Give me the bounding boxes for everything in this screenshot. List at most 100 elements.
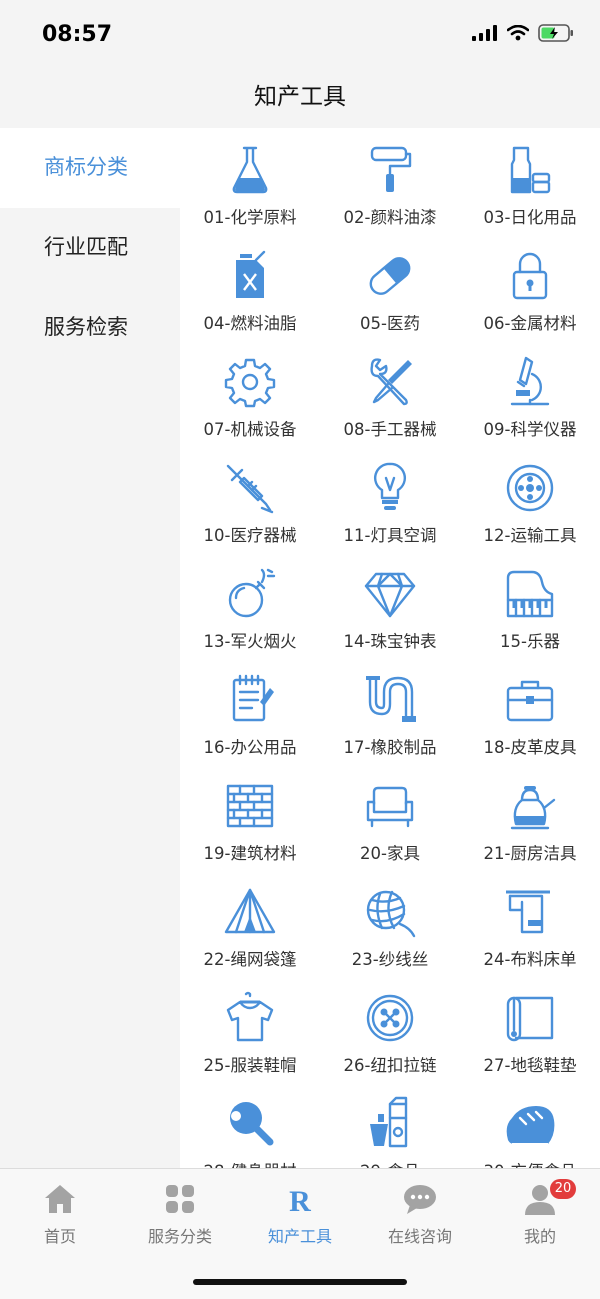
category-label: 30-方便食品 (484, 1158, 577, 1168)
category-label: 26-纽扣拉链 (343, 1056, 437, 1075)
category-item[interactable]: 16-办公用品 (180, 672, 320, 778)
category-label: 28-健身器材 (204, 1158, 297, 1168)
tab-ip-tools[interactable]: R 知产工具 (240, 1177, 360, 1247)
tab-label: 在线咨询 (387, 1227, 452, 1246)
category-item[interactable]: 12-运输工具 (460, 460, 600, 566)
tab-home[interactable]: 首页 (0, 1177, 120, 1247)
flask-icon (222, 142, 278, 198)
tab-label: 服务分类 (147, 1227, 212, 1246)
category-item[interactable]: 07-机械设备 (180, 354, 320, 460)
category-label: 05-医药 (360, 314, 420, 333)
towel-rack-icon (502, 884, 558, 940)
ping-pong-icon (222, 1096, 278, 1152)
r-logo-icon: R (289, 1185, 311, 1216)
brick-wall-icon (222, 778, 278, 834)
microscope-icon (502, 354, 558, 410)
category-item[interactable]: 13-军火烟火 (180, 566, 320, 672)
category-item[interactable]: 09-科学仪器 (460, 354, 600, 460)
category-item[interactable]: 27-地毯鞋垫 (460, 990, 600, 1096)
category-item[interactable]: 17-橡胶制品 (320, 672, 460, 778)
category-label: 29-食品 (360, 1158, 420, 1168)
sidebar-item-label: 行业匹配 (44, 235, 128, 259)
tent-icon (222, 884, 278, 940)
category-label: 23-纱线丝 (351, 950, 429, 969)
category-item[interactable]: 28-健身器材 (180, 1096, 320, 1168)
category-item[interactable]: 21-厨房洁具 (460, 778, 600, 884)
home-indicator (193, 1279, 407, 1285)
bomb-icon (222, 566, 278, 622)
status-icons (472, 24, 574, 42)
shirt-icon (222, 990, 278, 1046)
bread-icon (502, 1096, 558, 1152)
gear-icon (222, 354, 278, 410)
category-item[interactable]: 06-金属材料 (460, 248, 600, 354)
category-label: 01-化学原料 (203, 208, 297, 227)
category-item[interactable]: 05-医药 (320, 248, 460, 354)
battery-icon (538, 24, 573, 42)
category-item[interactable]: 18-皮革皮具 (460, 672, 600, 778)
tab-mine[interactable]: 20 我的 (480, 1177, 600, 1247)
grid-icon (166, 1185, 194, 1213)
category-item[interactable]: 15-乐器 (460, 566, 600, 672)
svg-text:R: R (289, 1185, 311, 1216)
category-label: 20-家具 (360, 844, 420, 863)
button-icon (362, 990, 418, 1046)
kettle-icon (502, 778, 558, 834)
category-item[interactable]: 19-建筑材料 (180, 778, 320, 884)
sofa-icon (362, 778, 418, 834)
category-item[interactable]: 23-纱线丝 (320, 884, 460, 990)
wifi-icon (507, 25, 529, 41)
sidebar-item-trademark-class[interactable]: 商标分类 (0, 128, 180, 208)
category-item[interactable]: 01-化学原料 (180, 142, 320, 248)
page-title: 知产工具 (254, 84, 346, 110)
wheel-icon (502, 460, 558, 516)
sidebar-item-label: 服务检索 (44, 315, 128, 339)
category-item[interactable]: 29-食品 (320, 1096, 460, 1168)
category-item[interactable]: 04-燃料油脂 (180, 248, 320, 354)
category-item[interactable]: 26-纽扣拉链 (320, 990, 460, 1096)
lightbulb-icon (362, 460, 418, 516)
category-label: 06-金属材料 (483, 314, 577, 333)
category-label: 09-科学仪器 (483, 420, 577, 439)
category-item[interactable]: 08-手工器械 (320, 354, 460, 460)
category-item[interactable]: 02-颜料油漆 (320, 142, 460, 248)
tab-online-consult[interactable]: 在线咨询 (360, 1177, 480, 1247)
category-label: 02-颜料油漆 (343, 208, 437, 227)
home-icon (45, 1185, 75, 1213)
category-label: 11-灯具空调 (343, 526, 437, 545)
chat-bubble-icon (404, 1185, 436, 1214)
category-item[interactable]: 03-日化用品 (460, 142, 600, 248)
category-item[interactable]: 22-绳网袋篷 (180, 884, 320, 990)
tab-label: 首页 (43, 1227, 76, 1246)
pipe-icon (362, 672, 418, 728)
category-label: 22-绳网袋篷 (203, 950, 297, 969)
yarn-ball-icon (362, 884, 418, 940)
sidebar-item-service-search[interactable]: 服务检索 (0, 288, 180, 368)
category-item[interactable]: 24-布料床单 (460, 884, 600, 990)
milk-carton-icon (362, 1096, 418, 1152)
category-label: 14-珠宝钟表 (343, 632, 437, 651)
cosmetics-icon (502, 142, 558, 198)
category-label: 12-运输工具 (483, 526, 577, 545)
sidebar-item-industry-match[interactable]: 行业匹配 (0, 208, 180, 288)
tab-service-categories[interactable]: 服务分类 (120, 1177, 240, 1247)
category-item[interactable]: 20-家具 (320, 778, 460, 884)
category-item[interactable]: 10-医疗器械 (180, 460, 320, 566)
pill-icon (362, 248, 418, 304)
padlock-icon (502, 248, 558, 304)
tools-icon (362, 354, 418, 410)
tab-label: 知产工具 (267, 1227, 332, 1246)
category-grid-scroll[interactable]: 01-化学原料 02-颜料油漆 03-日化用品 04-燃料油脂 05-医药 06-金属材料… (180, 128, 600, 1168)
category-item[interactable]: 11-灯具空调 (320, 460, 460, 566)
category-item[interactable]: 30-方便食品 (460, 1096, 600, 1168)
status-bar: 08:57 (0, 0, 600, 66)
category-item[interactable]: 25-服装鞋帽 (180, 990, 320, 1096)
category-item[interactable]: 14-珠宝钟表 (320, 566, 460, 672)
signal-icon (472, 25, 497, 41)
category-label: 13-军火烟火 (203, 632, 297, 651)
category-label: 27-地毯鞋垫 (483, 1056, 577, 1075)
paint-roller-icon (362, 142, 418, 198)
category-label: 21-厨房洁具 (483, 844, 577, 863)
category-label: 24-布料床单 (483, 950, 577, 969)
category-label: 18-皮革皮具 (483, 738, 577, 757)
